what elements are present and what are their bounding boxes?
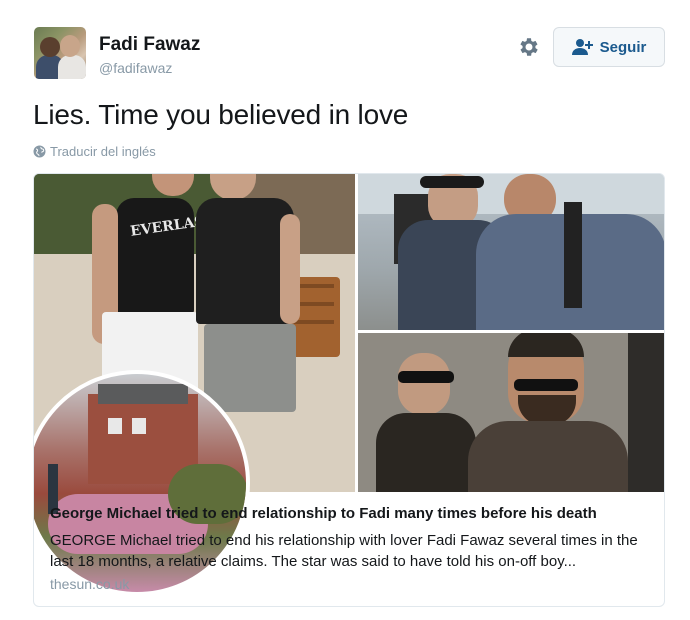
card-description: GEORGE Michael tried to end his relation… xyxy=(50,532,638,570)
follow-button-label: Seguir xyxy=(599,38,647,56)
card-photo-bottom-right xyxy=(358,333,664,492)
tweet-text: Lies. Time you believed in love xyxy=(33,99,409,130)
card-title[interactable]: George Michael tried to end relationship… xyxy=(50,505,597,522)
globe-icon xyxy=(33,145,46,158)
card-photo-top-right xyxy=(358,174,664,330)
card-domain: thesun.co.uk xyxy=(50,576,130,592)
add-user-icon xyxy=(571,39,593,55)
translate-link[interactable]: Traducir del inglés xyxy=(33,144,156,159)
author-handle[interactable]: @fadifawaz xyxy=(99,60,172,76)
card-image[interactable]: EVERLAST xyxy=(34,174,664,596)
author-avatar[interactable] xyxy=(34,27,86,79)
link-card[interactable]: EVERLAST George Michael tried to end rel… xyxy=(33,173,665,607)
follow-button[interactable]: Seguir xyxy=(553,27,665,67)
gear-icon[interactable] xyxy=(517,35,541,59)
author-name[interactable]: Fadi Fawaz xyxy=(99,34,200,56)
translate-label: Traducir del inglés xyxy=(50,144,156,159)
